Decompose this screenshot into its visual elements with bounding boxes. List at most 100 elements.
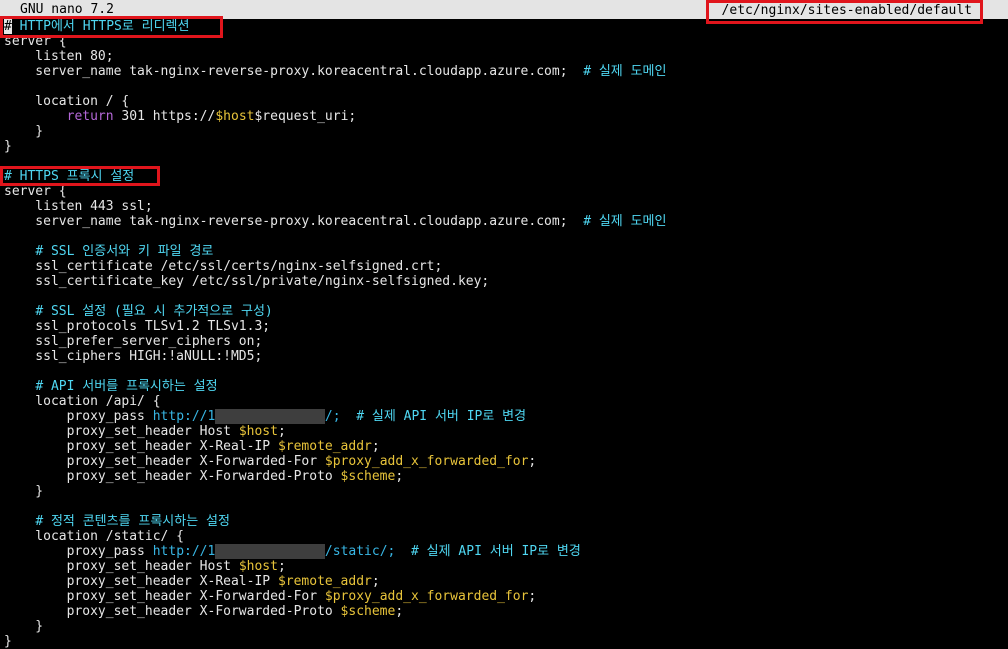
code-token: HTTP에서 HTTPS로 리디렉션 bbox=[11, 19, 190, 34]
code-line: proxy_set_header X-Forwarded-For $proxy_… bbox=[4, 454, 1004, 469]
code-line: return 301 https://$host$request_uri; bbox=[4, 109, 1004, 124]
code-token: # 실제 API 서버 IP로 변경 bbox=[411, 544, 581, 559]
code-line: proxy_set_header X-Real-IP $remote_addr; bbox=[4, 439, 1004, 454]
code-token: ; bbox=[371, 574, 380, 589]
code-token: proxy_set_header X-Forwarded-For bbox=[4, 454, 325, 469]
code-token: proxy_set_header X-Forwarded-Proto bbox=[4, 604, 341, 619]
code-line: server { bbox=[4, 34, 1004, 49]
code-token: $remote_addr bbox=[277, 439, 372, 454]
code-token: ssl_prefer_server_ciphers on; bbox=[4, 334, 263, 349]
code-token: listen 80; bbox=[4, 49, 114, 64]
code-line: proxy_pass http://1██████████████/static… bbox=[4, 544, 1004, 559]
code-line: proxy_set_header Host $host; bbox=[4, 424, 1004, 439]
code-token: ssl_ciphers HIGH:!aNULL:!MD5; bbox=[4, 349, 263, 364]
text-cursor: # bbox=[4, 19, 12, 34]
file-path: /etc/nginx/sites-enabled/default bbox=[721, 3, 972, 18]
code-line: } bbox=[4, 124, 1004, 139]
code-token: server { bbox=[4, 34, 67, 49]
code-token: ; bbox=[371, 439, 380, 454]
code-token: ; bbox=[277, 424, 286, 439]
code-token: /static/; bbox=[324, 544, 396, 559]
code-token: proxy_set_header X-Real-IP bbox=[4, 574, 278, 589]
code-token: $scheme bbox=[340, 604, 396, 619]
code-token: $request_uri; bbox=[254, 109, 357, 124]
code-token: # SSL 인증서와 키 파일 경로 bbox=[35, 244, 214, 259]
editor-text-area[interactable]: # HTTP에서 HTTPS로 리디렉션 server { listen 80; … bbox=[4, 19, 1004, 649]
code-line: # HTTP에서 HTTPS로 리디렉션 bbox=[4, 19, 1004, 34]
code-token: # 실제 API 서버 IP로 변경 bbox=[356, 409, 527, 424]
code-token: proxy_set_header Host bbox=[4, 559, 239, 574]
code-line: } bbox=[4, 619, 1004, 634]
code-token: ; bbox=[528, 454, 537, 469]
code-token: } bbox=[4, 484, 44, 499]
code-token: $remote_addr bbox=[277, 574, 372, 589]
code-line: # SSL 인증서와 키 파일 경로 bbox=[4, 244, 1004, 259]
code-token: ssl_certificate /etc/ssl/certs/nginx-sel… bbox=[4, 259, 443, 274]
code-line: # HTTPS 프록시 설정 bbox=[4, 169, 1004, 184]
code-token: listen 443 ssl; bbox=[4, 199, 153, 214]
code-line: location / { bbox=[4, 94, 1004, 109]
code-token: server_name tak-nginx-reverse-proxy.kore… bbox=[4, 64, 584, 79]
code-token: $scheme bbox=[340, 469, 396, 484]
code-token: ; bbox=[277, 559, 286, 574]
code-line: listen 443 ssl; bbox=[4, 199, 1004, 214]
code-token: server { bbox=[4, 184, 67, 199]
code-line: # API 서버를 프록시하는 설정 bbox=[4, 379, 1004, 394]
code-line: proxy_set_header X-Forwarded-For $proxy_… bbox=[4, 589, 1004, 604]
code-token: http://1 bbox=[152, 544, 216, 559]
code-line: proxy_set_header Host $host; bbox=[4, 559, 1004, 574]
code-token: location /static/ { bbox=[4, 529, 185, 544]
code-token: proxy_set_header X-Forwarded-For bbox=[4, 589, 325, 604]
code-token: location / { bbox=[4, 94, 130, 109]
code-token: $proxy_add_x_forwarded_for bbox=[324, 454, 529, 469]
code-line: proxy_set_header X-Forwarded-Proto $sche… bbox=[4, 604, 1004, 619]
code-token: proxy_set_header Host bbox=[4, 424, 239, 439]
code-line: location /static/ { bbox=[4, 529, 1004, 544]
code-token: $proxy_add_x_forwarded_for bbox=[324, 589, 529, 604]
code-token: } bbox=[4, 124, 44, 139]
code-token: $host bbox=[238, 424, 278, 439]
code-token: return bbox=[66, 109, 114, 124]
code-token: $host bbox=[238, 559, 278, 574]
app-name: GNU nano 7.2 bbox=[20, 2, 114, 17]
code-line: ssl_ciphers HIGH:!aNULL:!MD5; bbox=[4, 349, 1004, 364]
code-line: # SSL 설정 (필요 시 추가적으로 구성) bbox=[4, 304, 1004, 319]
code-token: proxy_pass bbox=[4, 409, 153, 424]
code-line: proxy_pass http://1██████████████/; # 실제… bbox=[4, 409, 1004, 424]
redacted-ip: ██████████████ bbox=[215, 544, 325, 559]
code-token: # 정적 콘텐츠를 프록시하는 설정 bbox=[35, 514, 230, 529]
code-line: location /api/ { bbox=[4, 394, 1004, 409]
code-token: } bbox=[4, 619, 44, 634]
code-token: http://1 bbox=[152, 409, 216, 424]
code-line: } bbox=[4, 139, 1004, 154]
code-token: ssl_certificate_key /etc/ssl/private/ngi… bbox=[4, 274, 490, 289]
code-token: server_name tak-nginx-reverse-proxy.kore… bbox=[4, 214, 584, 229]
code-line: proxy_set_header X-Real-IP $remote_addr; bbox=[4, 574, 1004, 589]
code-token: # API 서버를 프록시하는 설정 bbox=[35, 379, 218, 394]
code-token: ; bbox=[395, 469, 404, 484]
code-token: ssl_protocols TLSv1.2 TLSv1.3; bbox=[4, 319, 271, 334]
code-line: ssl_certificate /etc/ssl/certs/nginx-sel… bbox=[4, 259, 1004, 274]
code-token: # SSL 설정 (필요 시 추가적으로 구성) bbox=[35, 304, 273, 319]
code-line: ssl_protocols TLSv1.2 TLSv1.3; bbox=[4, 319, 1004, 334]
code-token: # 실제 도메인 bbox=[583, 64, 667, 79]
code-token: # 실제 도메인 bbox=[583, 214, 667, 229]
code-token: proxy_set_header X-Real-IP bbox=[4, 439, 278, 454]
code-line: } bbox=[4, 484, 1004, 499]
code-token: /; bbox=[324, 409, 341, 424]
code-line: proxy_set_header X-Forwarded-Proto $sche… bbox=[4, 469, 1004, 484]
code-line: server_name tak-nginx-reverse-proxy.kore… bbox=[4, 64, 1004, 79]
code-token: ; bbox=[395, 604, 404, 619]
code-token: # HTTPS 프록시 설정 bbox=[4, 169, 135, 184]
